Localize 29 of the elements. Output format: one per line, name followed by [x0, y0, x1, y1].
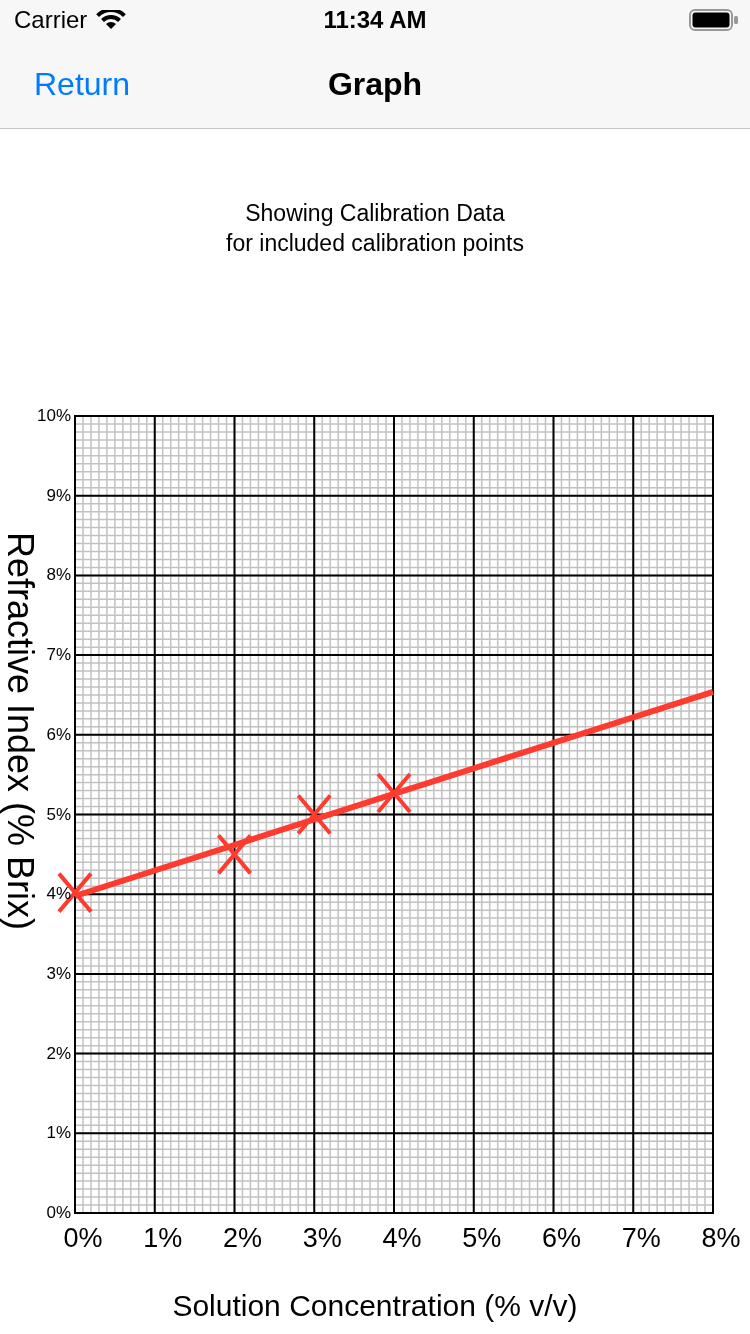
axis-tick-label: 3%	[302, 1223, 342, 1253]
axis-tick-label: 6%	[542, 1223, 581, 1253]
back-button[interactable]: Return	[34, 65, 131, 103]
axis-tick-label: 1%	[46, 1123, 71, 1143]
nav-title: Graph	[327, 65, 423, 103]
axis-tick-label: 7%	[46, 645, 71, 665]
axis-tick-label: 10%	[36, 406, 71, 425]
battery-icon	[689, 9, 739, 31]
axis-tick-label: 2%	[46, 1043, 71, 1063]
wifi-icon	[95, 10, 128, 30]
carrier-name: Carrier	[14, 6, 88, 34]
axis-tick-label: 9%	[46, 485, 71, 505]
axis-tick-label: 7%	[621, 1223, 661, 1253]
axis-tick-label: 2%	[223, 1223, 262, 1253]
axis-tick-label: 5%	[46, 804, 71, 824]
axis-title: Solution Concentration (% v/v)	[172, 1289, 578, 1322]
axis-tick-label: 6%	[46, 724, 71, 744]
axis-tick-label: 0%	[63, 1223, 103, 1253]
chart-title: Showing Calibration Data for included calibration points	[225, 199, 525, 258]
axis-tick-label: 0%	[46, 1203, 71, 1222]
axis-tick-label: 8%	[701, 1223, 741, 1253]
axis-tick-label: 1%	[143, 1223, 183, 1253]
status-time: 11:34 AM	[323, 6, 427, 34]
axis-tick-label: 8%	[46, 565, 71, 585]
axis-title: Refractive Index (% Brix)	[0, 531, 41, 931]
axis-tick-label: 4%	[382, 1223, 422, 1253]
axis-tick-label: 4%	[46, 884, 71, 904]
axis-tick-label: 3%	[46, 963, 71, 983]
axis-tick-label: 5%	[462, 1223, 502, 1253]
